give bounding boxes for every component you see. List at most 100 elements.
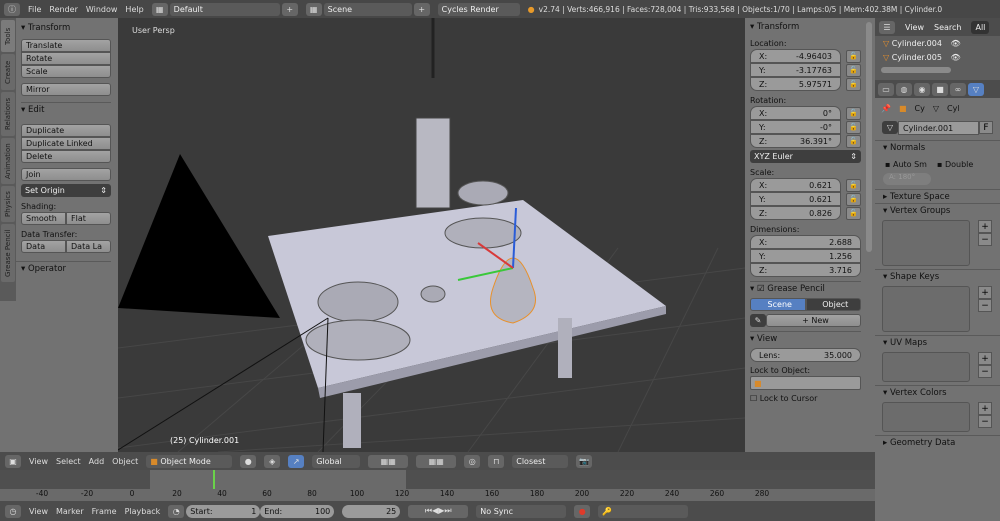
outliner-search-menu[interactable]: Search	[934, 23, 961, 32]
rotation-z-field[interactable]: Z: 36.391°	[750, 134, 841, 148]
add-button[interactable]: +	[978, 352, 992, 365]
current-frame-field[interactable]: 25	[342, 504, 401, 518]
add-scene-icon[interactable]: +	[413, 2, 430, 16]
lock-icon[interactable]: 🔓	[846, 106, 861, 120]
gp-object-tab[interactable]: Object	[805, 298, 861, 311]
translate-button[interactable]: Translate	[21, 39, 111, 52]
gp-scene-tab[interactable]: Scene	[750, 298, 806, 311]
flat-button[interactable]: Flat	[66, 212, 111, 225]
add-layout-icon[interactable]: +	[281, 2, 298, 16]
remove-button[interactable]: −	[978, 415, 992, 428]
menu-file[interactable]: File	[28, 5, 41, 14]
transform-panel-header[interactable]: ▾ Transform	[21, 21, 111, 35]
layers-icon[interactable]: ▦▦	[416, 454, 457, 468]
remove-button[interactable]: −	[978, 365, 992, 378]
layers-icon[interactable]: ▦▦	[368, 454, 409, 468]
rotation-x-field[interactable]: X: 0°	[750, 106, 841, 120]
location-z-field[interactable]: Z: 5.97571	[750, 77, 841, 91]
screen-layout-icon[interactable]: ▦	[151, 2, 168, 16]
location-x-field[interactable]: X: -4.96403	[750, 49, 841, 63]
fake-user-button[interactable]: F	[979, 121, 993, 134]
properties-scrollbar[interactable]	[866, 22, 872, 252]
sync-select[interactable]: No Sync	[476, 504, 567, 518]
lock-icon[interactable]: 🔓	[846, 63, 861, 77]
outliner-item[interactable]: ▽ Cylinder.004 👁	[875, 36, 1000, 50]
proportional-edit-icon[interactable]: ◎	[464, 454, 481, 468]
tab-grease-pencil[interactable]: Grease Pencil	[1, 224, 15, 282]
uv-maps-header[interactable]: ▾ UV Maps	[875, 335, 1000, 349]
snap-icon[interactable]: ⊓	[488, 454, 505, 468]
lock-icon[interactable]: 🔓	[846, 120, 861, 134]
scene-icon[interactable]: ▦	[305, 2, 322, 16]
lock-icon[interactable]: 🔓	[846, 49, 861, 63]
lock-icon[interactable]: 🔓	[846, 192, 861, 206]
scene-selector[interactable]: Scene	[323, 2, 412, 16]
menu-frame[interactable]: Frame	[92, 507, 117, 516]
set-origin-select[interactable]: Set Origin ⇕	[21, 184, 111, 197]
normals-header[interactable]: ▾ Normals	[875, 140, 1000, 154]
rotation-mode-select[interactable]: XYZ Euler ⇕	[750, 150, 861, 163]
outliner-scrollbar[interactable]	[881, 67, 951, 73]
edit-panel-header[interactable]: ▾ Edit	[21, 102, 111, 116]
location-y-field[interactable]: Y: -3.17763	[750, 63, 841, 77]
playback-controls-icon[interactable]: ⏮◀▶⏭	[408, 504, 469, 518]
object-tab-icon[interactable]: ■	[932, 82, 948, 96]
vertex-groups-header[interactable]: ▾ Vertex Groups	[875, 203, 1000, 217]
orientation-select[interactable]: Global	[312, 454, 361, 468]
end-frame-field[interactable]: End: 100	[260, 504, 335, 518]
data-button[interactable]: Data	[21, 240, 66, 253]
rotation-y-field[interactable]: Y: -0°	[750, 120, 841, 134]
vertex-colors-header[interactable]: ▾ Vertex Colors	[875, 385, 1000, 399]
remove-button[interactable]: −	[978, 233, 992, 246]
mesh-browse-icon[interactable]: ▽	[882, 121, 898, 134]
start-frame-field[interactable]: Start: 1	[186, 504, 261, 518]
uv-maps-list[interactable]	[882, 352, 970, 382]
render-engine-select[interactable]: Cycles Render	[437, 2, 520, 16]
rotate-button[interactable]: Rotate	[21, 52, 111, 65]
scene-tab-icon[interactable]: ◍	[896, 82, 912, 96]
lock-icon[interactable]: 🔓	[846, 178, 861, 192]
add-button[interactable]: +	[978, 220, 992, 233]
remove-button[interactable]: −	[978, 299, 992, 312]
constraint-tab-icon[interactable]: ∞	[950, 82, 966, 96]
layout-selector[interactable]: Default	[169, 2, 280, 16]
mode-select[interactable]: ■ Object Mode	[146, 454, 233, 468]
manipulator-icon[interactable]: ↗	[288, 454, 305, 468]
menu-view[interactable]: View	[29, 457, 48, 466]
join-button[interactable]: Join	[21, 168, 111, 181]
vertex-colors-list[interactable]	[882, 402, 970, 432]
shape-keys-header[interactable]: ▾ Shape Keys	[875, 269, 1000, 283]
tab-relations[interactable]: Relations	[1, 92, 15, 136]
auto-smooth-checkbox[interactable]: ▪ Auto Sm	[885, 160, 927, 169]
scale-y-field[interactable]: Y: 0.621	[750, 192, 841, 206]
lens-field[interactable]: Lens: 35.000	[750, 348, 861, 362]
outliner-filter-all[interactable]: All	[971, 20, 990, 34]
view-header[interactable]: ▾ View	[750, 331, 861, 345]
menu-view[interactable]: View	[29, 507, 48, 516]
grease-pencil-header[interactable]: ▾ ☑ Grease Pencil	[750, 281, 861, 295]
add-button[interactable]: +	[978, 402, 992, 415]
pencil-icon[interactable]: ✎	[750, 314, 766, 327]
data-layout-button[interactable]: Data La	[66, 240, 111, 253]
operator-panel-header[interactable]: ▾ Operator	[16, 261, 111, 275]
tab-create[interactable]: Create	[1, 54, 15, 90]
shading-icon[interactable]: ●	[240, 454, 257, 468]
menu-add[interactable]: Add	[89, 457, 105, 466]
lock-icon[interactable]: 🔓	[846, 134, 861, 148]
tab-animation[interactable]: Animation	[1, 138, 15, 184]
dimensions-z-field[interactable]: Z: 3.716	[750, 263, 861, 277]
texture-space-header[interactable]: ▸ Texture Space	[875, 189, 1000, 203]
smooth-button[interactable]: Smooth	[21, 212, 66, 225]
editor-type-icon[interactable]: ◷	[5, 504, 21, 518]
double-sided-checkbox[interactable]: ▪ Double	[937, 160, 973, 169]
lock-cursor-checkbox[interactable]: ☐ Lock to Cursor	[750, 392, 861, 404]
editor-type-icon[interactable]: ▣	[5, 454, 21, 468]
menu-window[interactable]: Window	[86, 5, 118, 14]
duplicate-button[interactable]: Duplicate	[21, 124, 111, 137]
lock-icon[interactable]: 🔓	[846, 77, 861, 91]
scale-z-field[interactable]: Z: 0.826	[750, 206, 841, 220]
menu-marker[interactable]: Marker	[56, 507, 84, 516]
snap-target-select[interactable]: Closest	[512, 454, 569, 468]
record-icon[interactable]: ●	[574, 504, 591, 518]
duplicate-linked-button[interactable]: Duplicate Linked	[21, 137, 111, 150]
